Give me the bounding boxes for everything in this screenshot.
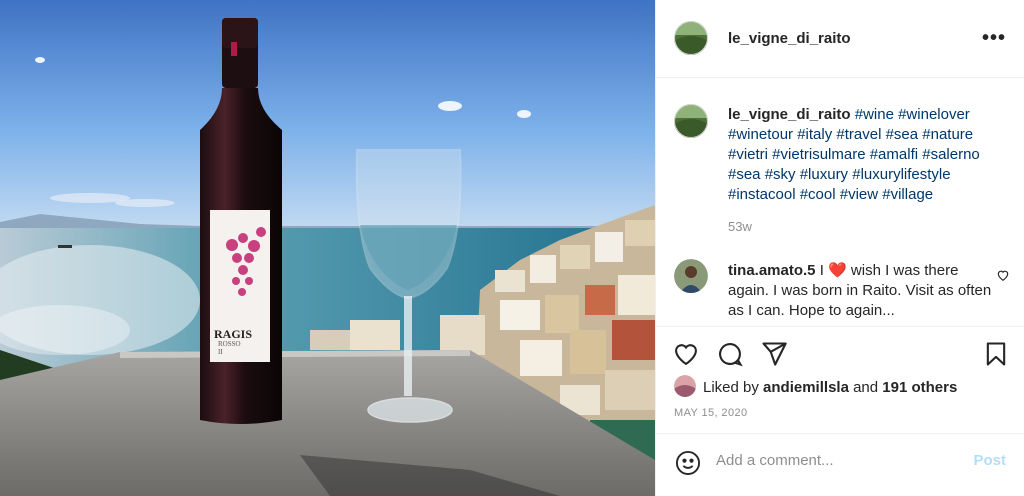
- post-age[interactable]: 53w: [728, 219, 752, 234]
- post-comment-button[interactable]: Post: [973, 452, 1006, 469]
- avatar-image: [674, 21, 708, 55]
- share-paper-plane-icon[interactable]: [760, 340, 788, 373]
- comment: tina.amato.5 I ❤️ wish I was there again…: [728, 261, 1000, 321]
- post-caption: le_vigne_di_raito #wine #winelover #wine…: [728, 105, 1010, 205]
- liker-avatar[interactable]: [674, 375, 696, 397]
- caption-username[interactable]: le_vigne_di_raito: [728, 106, 851, 123]
- likes-prefix: Liked by: [703, 379, 764, 396]
- comment-username[interactable]: tina.amato.5: [728, 262, 816, 279]
- header-username[interactable]: le_vigne_di_raito: [728, 30, 851, 47]
- caption-avatar[interactable]: [674, 104, 708, 138]
- wine-label-line2: II: [218, 348, 223, 356]
- instagram-post: RAGIS ROSSO II le_vigne_di_raito ••• le_…: [0, 0, 1024, 496]
- commenter-avatar[interactable]: [674, 259, 708, 293]
- wine-label-line1: ROSSO: [218, 340, 241, 348]
- wine-label-brand: RAGIS: [214, 327, 253, 341]
- heart-emoji: ❤️: [828, 262, 847, 279]
- emoji-smiley-icon[interactable]: [674, 449, 702, 482]
- comment-bubble-icon[interactable]: [716, 340, 744, 373]
- avatar-image: [674, 104, 708, 138]
- avatar-image: [674, 375, 696, 397]
- avatar-image: [674, 259, 708, 293]
- photo-scene: [0, 0, 655, 496]
- likes-summary: Liked by andiemillsla and 191 others: [703, 379, 957, 396]
- post-side-panel: le_vigne_di_raito ••• le_vigne_di_raito …: [655, 0, 1024, 496]
- avatar[interactable]: [674, 21, 708, 55]
- comment-text-start: I: [815, 262, 829, 279]
- liker-username[interactable]: andiemillsla: [763, 379, 849, 396]
- post-header: le_vigne_di_raito •••: [656, 0, 1024, 78]
- likes-middle: and: [848, 379, 883, 396]
- add-comment-input[interactable]: [716, 452, 946, 469]
- more-options-icon[interactable]: •••: [982, 28, 1006, 48]
- save-bookmark-icon[interactable]: [982, 340, 1010, 373]
- action-bar: [656, 336, 1024, 372]
- like-heart-icon[interactable]: [672, 340, 700, 373]
- like-comment-heart-icon[interactable]: [996, 268, 1010, 287]
- comment-composer: Post: [656, 433, 1024, 496]
- post-photo[interactable]: RAGIS ROSSO II: [0, 0, 655, 496]
- likes-others-count[interactable]: 191 others: [882, 379, 957, 396]
- divider: [656, 326, 1024, 327]
- post-date[interactable]: MAY 15, 2020: [674, 407, 748, 419]
